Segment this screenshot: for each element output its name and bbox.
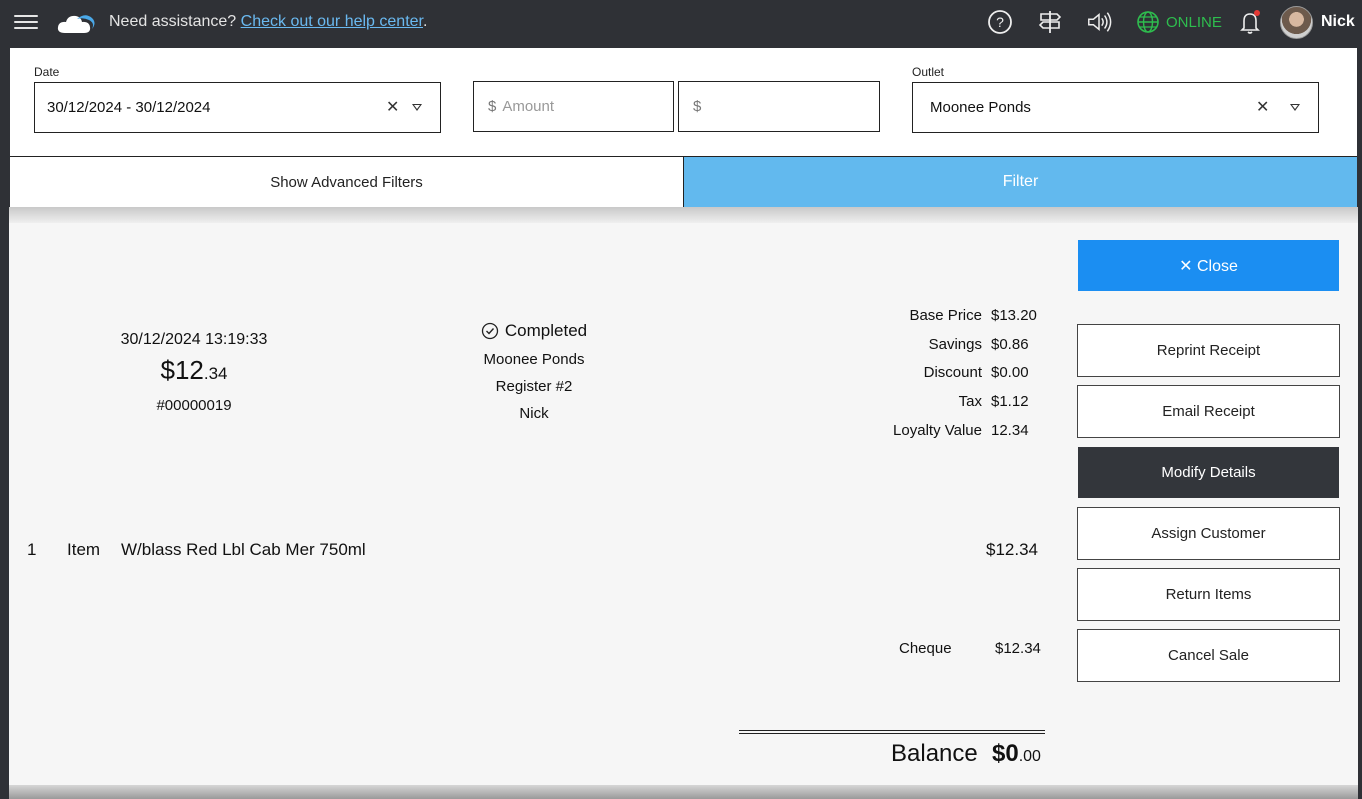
svg-text:?: ? (996, 14, 1004, 30)
outlet-label: Outlet (912, 65, 945, 79)
summary-label: Savings (928, 336, 982, 353)
balance-rule (739, 733, 1045, 734)
line-item-name[interactable]: W/blass Red Lbl Cab Mer 750ml (121, 540, 366, 560)
speaker-icon[interactable] (1086, 9, 1112, 35)
menu-icon[interactable] (14, 11, 38, 33)
globe-icon (1137, 11, 1159, 33)
date-dropdown-icon[interactable] (412, 104, 422, 111)
sale-outlet: Moonee Ponds (483, 351, 585, 368)
summary-value: $1.12 (991, 393, 1029, 410)
help-prompt-suffix: . (422, 13, 428, 30)
balance-minor: .00 (1018, 748, 1041, 765)
outlet-select[interactable]: Moonee Ponds ✕ (912, 82, 1319, 133)
balance-value: $0.00 (992, 740, 1041, 768)
help-prompt: Need assistance? Check out our help cent… (109, 13, 427, 31)
summary-label: Tax (958, 393, 982, 410)
return-items-button[interactable]: Return Items (1077, 568, 1340, 621)
line-item-type: Item (67, 540, 101, 559)
summary-value: $0.86 (991, 336, 1029, 353)
sale-status-label: Completed (504, 321, 588, 340)
summary-label: Discount (923, 364, 982, 381)
panel-footer (9, 785, 1358, 799)
balance-label: Balance (891, 740, 978, 767)
payment-amount: $12.34 (995, 640, 1041, 657)
email-receipt-button[interactable]: Email Receipt (1077, 385, 1340, 438)
connection-status: ONLINE (1136, 10, 1222, 34)
signpost-icon[interactable] (1037, 9, 1063, 35)
avatar[interactable] (1280, 6, 1313, 39)
summary-value: $13.20 (991, 307, 1037, 324)
assign-customer-button[interactable]: Assign Customer (1077, 507, 1340, 560)
sale-number: #00000019 (156, 397, 232, 414)
summary-label: Loyalty Value (893, 422, 982, 439)
close-button[interactable]: ✕ Close (1078, 240, 1339, 291)
show-advanced-filters-button[interactable]: Show Advanced Filters (10, 156, 684, 207)
amount-max-field[interactable]: $ (678, 81, 880, 132)
reprint-receipt-button[interactable]: Reprint Receipt (1077, 324, 1340, 377)
date-range-field[interactable]: 30/12/2024 - 30/12/2024 ✕ (34, 82, 441, 133)
help-icon[interactable]: ? (987, 9, 1013, 35)
cancel-sale-button[interactable]: Cancel Sale (1077, 629, 1340, 682)
filter-button[interactable]: Filter (684, 156, 1357, 207)
help-prompt-text: Need assistance? (109, 13, 241, 30)
balance-major: $0 (992, 740, 1019, 767)
panel-divider (9, 207, 1358, 223)
sale-total-minor: .34 (203, 364, 228, 383)
bell-icon[interactable] (1238, 9, 1264, 35)
check-circle-icon (481, 322, 499, 340)
date-label: Date (34, 65, 60, 79)
summary-value: $0.00 (991, 364, 1029, 381)
amount-min-currency: $ (488, 98, 497, 115)
modify-details-button[interactable]: Modify Details (1078, 447, 1339, 498)
cloud-logo[interactable] (55, 9, 97, 37)
outlet-dropdown-icon[interactable] (1290, 104, 1300, 111)
clear-date-icon[interactable]: ✕ (386, 97, 399, 117)
amount-min-field[interactable]: $ Amount (473, 81, 674, 132)
sale-total-major: $12 (160, 355, 204, 385)
summary-value: 12.34 (991, 422, 1029, 439)
amount-max-currency: $ (693, 98, 702, 115)
help-center-link[interactable]: Check out our help center (241, 13, 423, 30)
sale-total: $12.34 (89, 355, 299, 386)
online-label: ONLINE (1166, 13, 1222, 31)
top-bar: Need assistance? Check out our help cent… (0, 0, 1362, 44)
line-item-qty: 1 (27, 540, 37, 559)
username[interactable]: Nick (1321, 13, 1355, 31)
line-item-price: $12.34 (986, 540, 1038, 559)
outlet-value: Moonee Ponds (930, 99, 1031, 116)
amount-min-placeholder: Amount (502, 98, 555, 115)
sale-detail-panel: 30/12/2024 13:19:33 $12.34 #00000019 Com… (9, 223, 1358, 785)
clear-outlet-icon[interactable]: ✕ (1256, 97, 1269, 117)
sale-datetime: 30/12/2024 13:19:33 (120, 331, 268, 348)
date-range-value: 30/12/2024 - 30/12/2024 (47, 99, 211, 116)
summary-label: Base Price (909, 307, 982, 324)
filter-panel: Date 30/12/2024 - 30/12/2024 ✕ $ Amount … (9, 47, 1358, 207)
sale-staff: Nick (519, 405, 549, 422)
sale-register: Register #2 (495, 378, 573, 395)
balance-rule (739, 730, 1045, 731)
sale-status: Completed (439, 321, 629, 341)
payment-method: Cheque (899, 640, 952, 657)
